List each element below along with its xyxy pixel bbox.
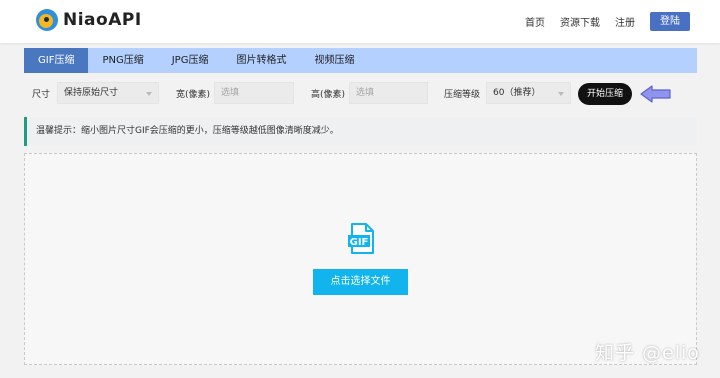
logo[interactable]: NiaoAPI <box>36 9 142 31</box>
start-compress-button[interactable]: 开始压缩 <box>578 83 632 105</box>
top-header: NiaoAPI 首页 资源下载 注册 登陆 <box>0 0 720 43</box>
gif-icon-text: GIF <box>350 237 369 248</box>
pointing-arrow-icon <box>640 85 671 103</box>
size-select-value: 保持原始尺寸 <box>64 88 119 98</box>
file-drop-zone[interactable]: GIF 点击选择文件 <box>24 153 697 365</box>
width-label: 宽(像素) <box>176 90 211 100</box>
watermark: 知乎 @elio <box>595 342 700 364</box>
size-select[interactable]: 保持原始尺寸 <box>57 82 159 104</box>
tab-jpg-compress[interactable]: JPG压缩 <box>158 48 223 73</box>
width-input[interactable]: 选填 <box>214 82 294 104</box>
tip-banner: 温馨提示：缩小图片尺寸GIF会压缩的更小，压缩等级越低图像清晰度减少。 <box>24 117 697 146</box>
level-select-value: 60（推荐） <box>493 88 541 98</box>
tab-gif-compress[interactable]: GIF压缩 <box>24 48 89 73</box>
gif-file-icon: GIF <box>348 223 374 254</box>
nav-downloads-link[interactable]: 资源下载 <box>560 14 600 29</box>
login-button[interactable]: 登陆 <box>650 12 690 31</box>
nav-register-link[interactable]: 注册 <box>615 14 635 29</box>
chevron-down-icon <box>146 92 152 96</box>
level-select[interactable]: 60（推荐） <box>486 82 571 104</box>
level-label: 压缩等级 <box>444 90 481 100</box>
height-label: 高(像素) <box>311 90 346 100</box>
chevron-down-icon <box>558 92 564 96</box>
choose-file-button[interactable]: 点击选择文件 <box>313 269 408 295</box>
tab-video-compress[interactable]: 视频压缩 <box>300 48 368 73</box>
top-nav: 首页 资源下载 注册 登陆 <box>510 12 690 31</box>
nav-home-link[interactable]: 首页 <box>525 14 545 29</box>
tab-png-compress[interactable]: PNG压缩 <box>88 48 157 73</box>
size-label: 尺寸 <box>32 90 51 100</box>
height-input[interactable]: 选填 <box>349 82 428 104</box>
bird-logo-icon <box>36 9 58 31</box>
logo-text: NiaoAPI <box>63 10 142 30</box>
tool-tabs: GIF压缩 PNG压缩 JPG压缩 图片转格式 视频压缩 <box>24 48 697 73</box>
options-row: 尺寸 保持原始尺寸 宽(像素) 选填 高(像素) 选填 压缩等级 60（推荐） … <box>24 80 697 108</box>
tab-image-convert[interactable]: 图片转格式 <box>222 48 300 73</box>
